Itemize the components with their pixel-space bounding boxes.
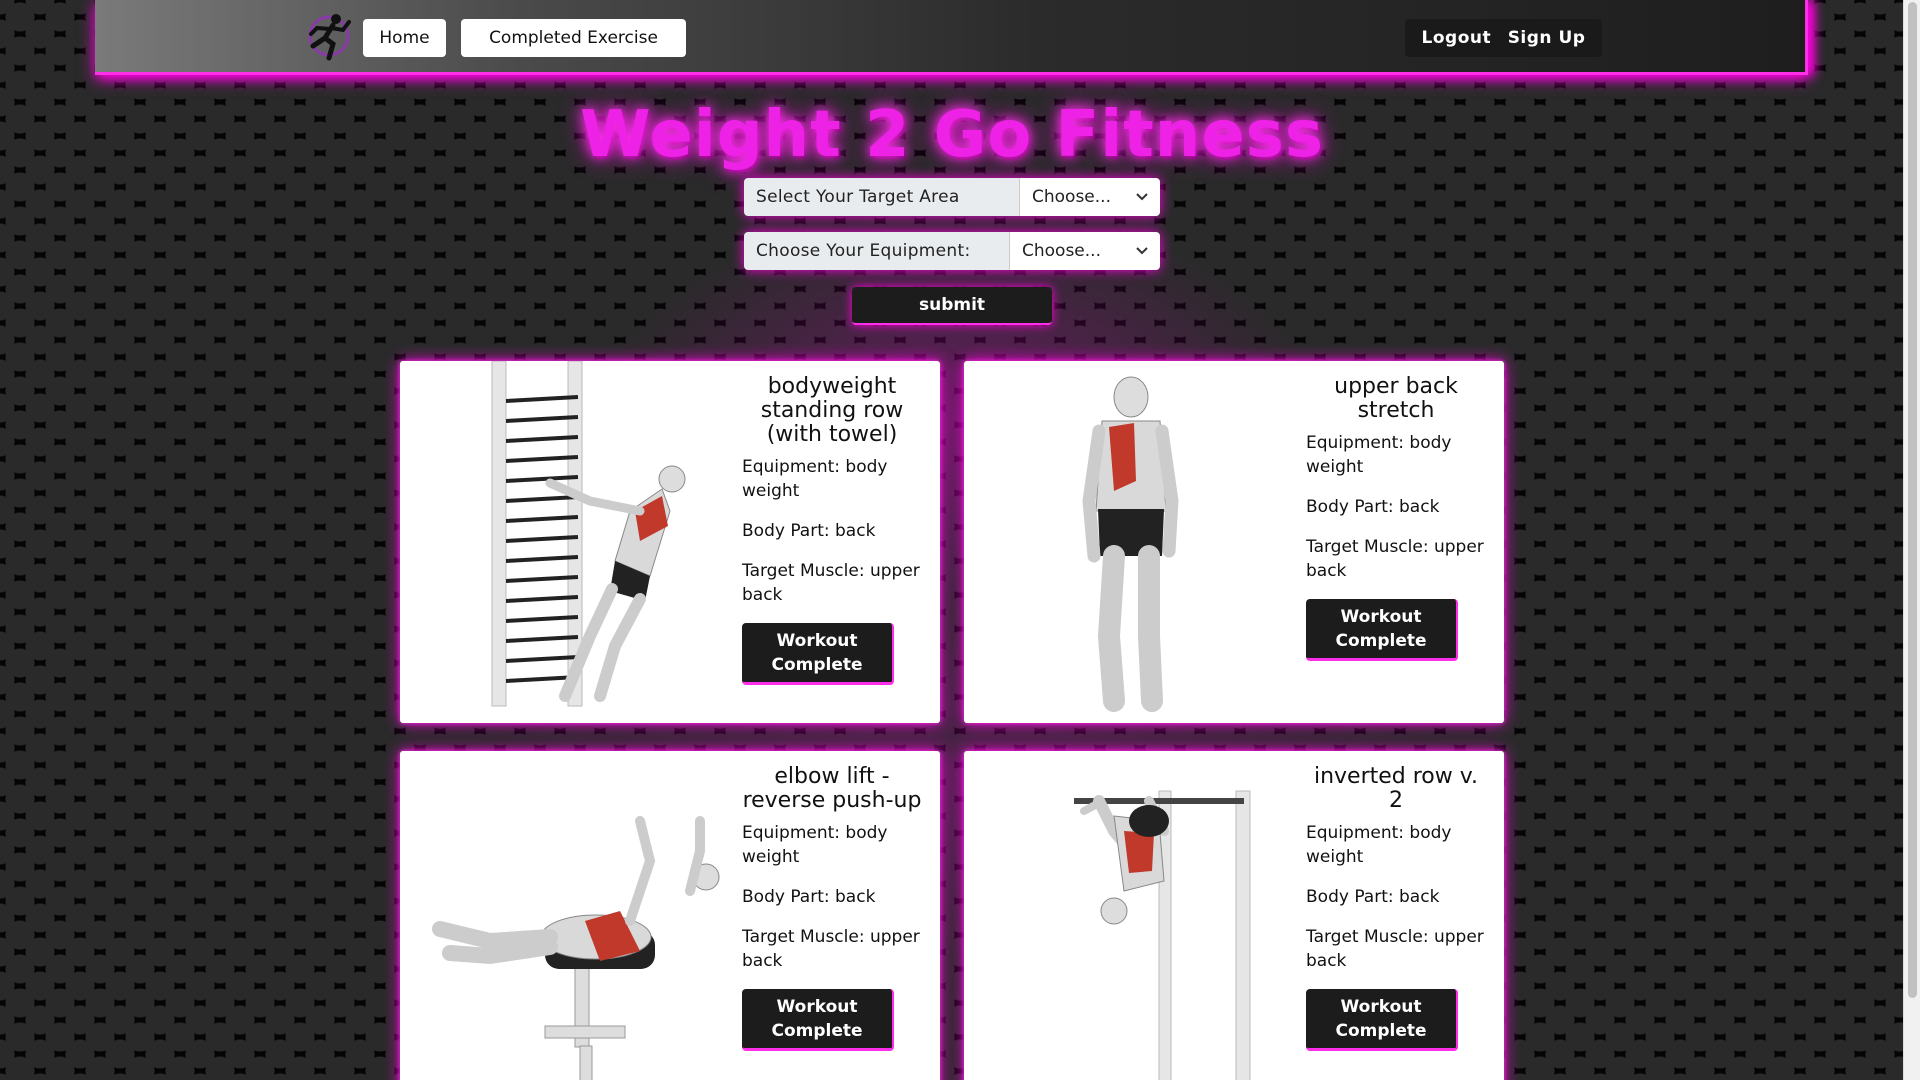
chevron-down-icon: [1136, 244, 1148, 258]
chevron-down-icon: [1136, 190, 1148, 204]
workout-complete-button[interactable]: Workout Complete: [742, 623, 894, 685]
workout-complete-button[interactable]: Workout Complete: [1306, 989, 1458, 1051]
exercise-body-part: Body Part: back: [742, 887, 876, 907]
page-title: Weight 2 Go Fitness: [580, 98, 1324, 172]
exercise-body-part: Body Part: back: [742, 521, 876, 541]
exercise-target-muscle: Target Muscle: upper back: [1306, 927, 1484, 971]
workout-complete-button[interactable]: Workout Complete: [1306, 599, 1458, 661]
signup-link[interactable]: Sign Up: [1508, 28, 1586, 48]
logout-link[interactable]: Logout: [1422, 28, 1492, 48]
submit-button[interactable]: submit: [852, 287, 1052, 325]
exercise-target-muscle: Target Muscle: upper back: [742, 927, 920, 971]
exercise-card: inverted row v. 2 Equipment: body weight…: [964, 751, 1504, 1080]
target-area-select-group: Select Your Target Area Choose...: [744, 178, 1160, 216]
nav-auth-group: Logout Sign Up: [1405, 19, 1602, 57]
exercise-target-muscle: Target Muscle: upper back: [742, 561, 920, 605]
nav-home-button[interactable]: Home: [363, 19, 446, 57]
equipment-select-group: Choose Your Equipment: Choose...: [744, 232, 1160, 270]
navbar: Home Completed Exercise Logout Sign Up: [95, 0, 1808, 75]
exercise-body-part: Body Part: back: [1306, 887, 1440, 907]
equipment-label: Choose Your Equipment:: [744, 232, 1010, 270]
exercise-equipment: Equipment: body weight: [742, 823, 888, 867]
equipment-select[interactable]: Choose...: [1010, 232, 1160, 270]
scrollbar-thumb[interactable]: [1908, 2, 1917, 998]
exercise-card: elbow lift - reverse push-up Equipment: …: [400, 751, 940, 1080]
exercise-name: inverted row v. 2: [1313, 764, 1479, 813]
workout-complete-button[interactable]: Workout Complete: [742, 989, 894, 1051]
equipment-value: Choose...: [1022, 241, 1101, 261]
exercise-equipment: Equipment: body weight: [1306, 823, 1452, 867]
running-man-logo-icon[interactable]: [303, 10, 355, 62]
exercise-image: [964, 361, 1294, 723]
exercise-target-muscle: Target Muscle: upper back: [1306, 537, 1484, 581]
exercise-name: upper back stretch: [1334, 374, 1458, 423]
exercise-equipment: Equipment: body weight: [1306, 433, 1452, 477]
exercise-image: [400, 751, 730, 1080]
nav-completed-exercise-button[interactable]: Completed Exercise: [461, 19, 686, 57]
target-area-select[interactable]: Choose...: [1020, 178, 1160, 216]
vertical-scrollbar[interactable]: [1903, 0, 1920, 1080]
exercise-image: [964, 751, 1294, 1080]
exercise-card: bodyweight standing row (with towel) Equ…: [400, 361, 940, 723]
target-area-label: Select Your Target Area: [744, 178, 1020, 216]
exercise-info: inverted row v. 2 Equipment: body weight…: [1306, 765, 1486, 1051]
exercise-info: bodyweight standing row (with towel) Equ…: [742, 375, 922, 685]
exercise-info: elbow lift - reverse push-up Equipment: …: [742, 765, 922, 1051]
exercise-card: upper back stretch Equipment: body weigh…: [964, 361, 1504, 723]
exercise-name: elbow lift - reverse push-up: [742, 764, 922, 813]
target-area-value: Choose...: [1032, 187, 1111, 207]
exercise-name: bodyweight standing row (with towel): [760, 374, 904, 447]
exercise-equipment: Equipment: body weight: [742, 457, 888, 501]
exercise-image: [400, 361, 730, 723]
exercise-info: upper back stretch Equipment: body weigh…: [1306, 375, 1486, 661]
exercise-body-part: Body Part: back: [1306, 497, 1440, 517]
